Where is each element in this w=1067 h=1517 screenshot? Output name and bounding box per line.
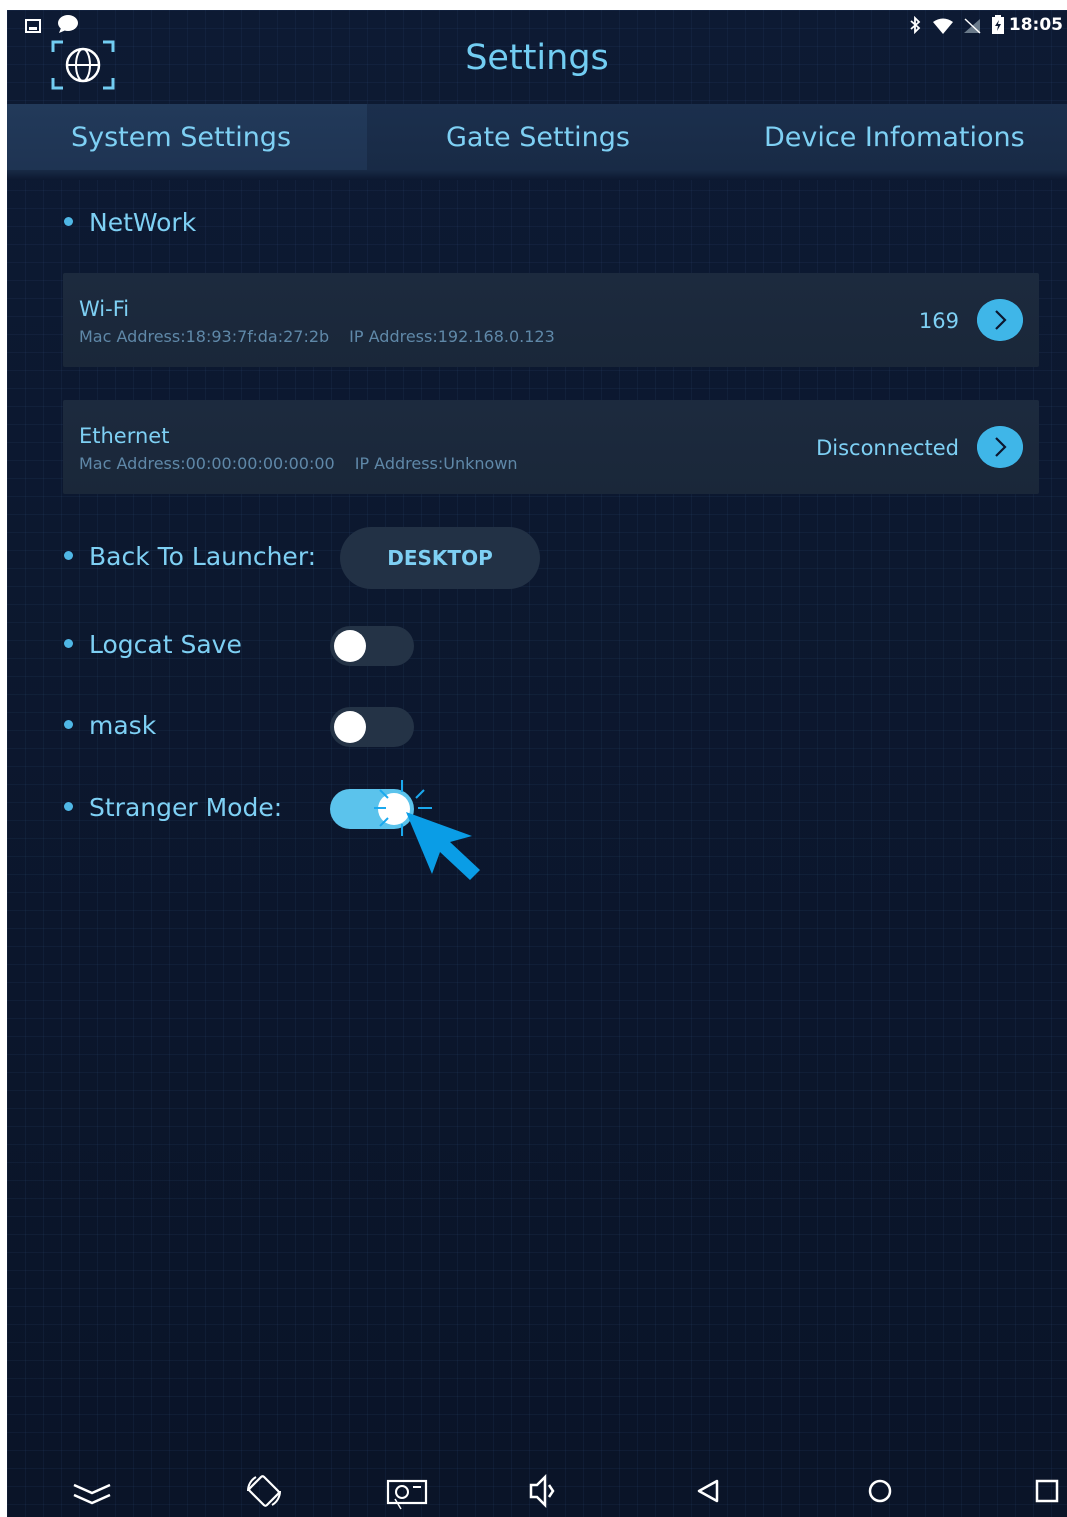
- wifi-title: Wi-Fi: [79, 297, 130, 321]
- bullet-dot: [64, 801, 73, 811]
- ethernet-card[interactable]: Ethernet Mac Address:00:00:00:00:00:00 IP…: [63, 400, 1039, 494]
- navigation-bar: [7, 1465, 1067, 1517]
- tab-bar: System Settings Gate Settings Device Inf…: [7, 104, 1067, 174]
- mask-toggle[interactable]: [330, 707, 414, 747]
- mask-label: mask: [64, 711, 156, 740]
- bullet-dot: [64, 216, 73, 226]
- ethernet-ip: IP Address:Unknown: [354, 454, 518, 473]
- screen-rotate-icon[interactable]: [242, 1471, 286, 1511]
- tab-gate-settings[interactable]: Gate Settings: [446, 122, 630, 153]
- bullet-dot: [64, 638, 73, 648]
- network-section-label: NetWork: [64, 208, 196, 237]
- desktop-button[interactable]: DESKTOP: [340, 527, 540, 589]
- tab-device-infomations[interactable]: Device Infomations: [764, 122, 1025, 153]
- ethernet-title: Ethernet: [79, 424, 170, 448]
- volume-icon[interactable]: [521, 1471, 565, 1511]
- app-header: Settings: [7, 30, 1067, 105]
- settings-screen: 18:05 Settings System Settings Gate Sett…: [7, 10, 1067, 1517]
- click-cursor-icon: [374, 780, 480, 880]
- wifi-value: 169: [918, 309, 959, 333]
- keyboard-hide-icon[interactable]: [70, 1471, 114, 1511]
- home-icon[interactable]: [858, 1471, 902, 1511]
- ethernet-value: Disconnected: [816, 436, 959, 460]
- toggle-knob: [334, 711, 366, 743]
- screenshot-icon[interactable]: [385, 1471, 429, 1511]
- tab-divider: [7, 170, 1067, 180]
- wifi-mac: Mac Address:18:93:7f:da:27:2b: [79, 327, 330, 346]
- logcat-save-toggle[interactable]: [330, 626, 414, 666]
- ethernet-details: Mac Address:00:00:00:00:00:00 IP Address:…: [79, 454, 518, 473]
- wifi-chevron-right-icon[interactable]: [977, 299, 1023, 341]
- wifi-details: Mac Address:18:93:7f:da:27:2b IP Address:…: [79, 327, 555, 346]
- bullet-dot: [64, 550, 73, 560]
- logcat-save-label: Logcat Save: [64, 630, 242, 659]
- toggle-knob: [334, 630, 366, 662]
- tab-system-settings[interactable]: System Settings: [71, 122, 291, 153]
- back-icon[interactable]: [687, 1471, 731, 1511]
- ethernet-chevron-right-icon[interactable]: [977, 426, 1023, 468]
- wifi-card[interactable]: Wi-Fi Mac Address:18:93:7f:da:27:2b IP Ad…: [63, 273, 1039, 367]
- back-to-launcher-label: Back To Launcher:: [64, 542, 316, 571]
- recents-icon[interactable]: [1023, 1471, 1067, 1511]
- bullet-dot: [64, 719, 73, 729]
- page-title: Settings: [465, 38, 609, 78]
- ethernet-mac: Mac Address:00:00:00:00:00:00: [79, 454, 335, 473]
- stranger-mode-label: Stranger Mode:: [64, 793, 282, 822]
- wifi-ip: IP Address:192.168.0.123: [349, 327, 555, 346]
